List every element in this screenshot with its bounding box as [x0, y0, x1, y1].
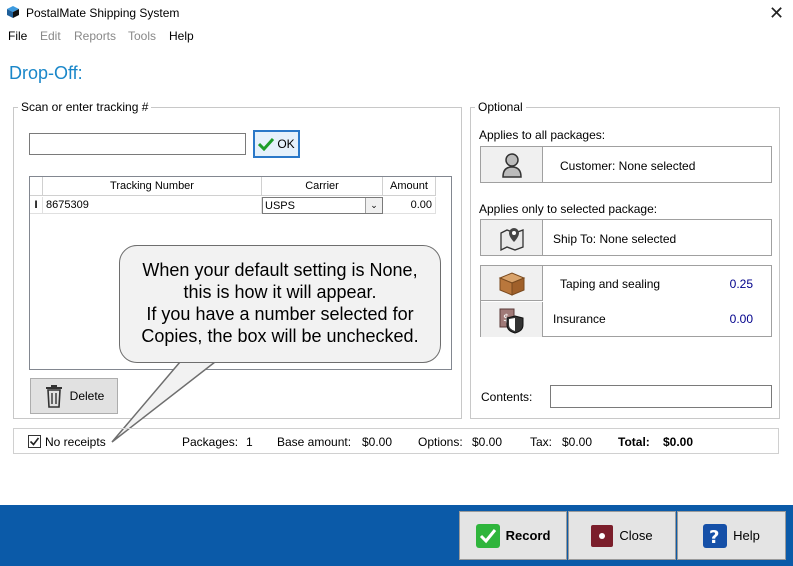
menu-file[interactable]: File — [8, 29, 27, 43]
insurance-label: Insurance — [553, 312, 606, 326]
ship-to-label: Ship To: None selected — [553, 232, 677, 246]
customer-label: Customer: None selected — [560, 159, 696, 173]
no-receipts-checkbox[interactable] — [28, 435, 41, 448]
insurance-value: 0.00 — [729, 312, 753, 326]
help-label: Help — [733, 528, 760, 543]
record-button[interactable]: Record — [459, 511, 567, 560]
no-receipts-label[interactable]: No receipts — [45, 435, 106, 449]
scan-group-label: Scan or enter tracking # — [18, 100, 152, 114]
contents-label: Contents: — [481, 390, 533, 404]
options-value: $0.00 — [472, 435, 503, 449]
optional-group-label: Optional — [475, 100, 526, 114]
ship-to-icon-cell — [481, 220, 543, 255]
carrier-dropdown[interactable]: USPS ⌄ — [262, 197, 383, 214]
box-icon — [498, 272, 525, 296]
cell-amount[interactable]: 0.00 — [383, 197, 436, 214]
menu-edit[interactable]: Edit — [40, 29, 61, 43]
stop-icon — [591, 524, 614, 547]
insurance-icon-cell: $ — [481, 302, 543, 337]
contents-input[interactable] — [550, 385, 772, 408]
callout-line: this is how it will appear. — [183, 282, 377, 302]
total-value: $0.00 — [663, 435, 694, 449]
grid-header-tracking[interactable]: Tracking Number — [43, 177, 262, 196]
map-pin-icon — [499, 227, 524, 251]
svg-text:?: ? — [709, 527, 719, 548]
package-options: $ Taping and sealing 0.25 Insurance 0.00 — [480, 265, 772, 337]
base-amount-label: Base amount: — [277, 435, 352, 449]
cell-tracking-number[interactable]: 8675309 — [43, 197, 262, 214]
menu-reports[interactable]: Reports — [74, 29, 116, 43]
ship-to-selector[interactable]: Ship To: None selected — [480, 219, 772, 256]
menu-help[interactable]: Help — [169, 29, 194, 43]
checkmark-icon — [29, 437, 40, 446]
ok-label: OK — [277, 137, 295, 151]
callout-line: If you have a number selected for — [146, 304, 414, 324]
packages-value: 1 — [246, 435, 253, 449]
insurance-option[interactable]: Insurance 0.00 — [543, 302, 771, 337]
menu-bar: File Edit Reports Tools Help — [0, 26, 793, 46]
checkmark-icon — [258, 137, 275, 151]
grid-row-indicator: I — [30, 197, 43, 214]
close-label: Close — [619, 528, 653, 543]
close-window-button[interactable]: ✕ — [760, 0, 793, 26]
taping-label: Taping and sealing — [560, 277, 661, 291]
help-icon: ? — [703, 523, 728, 548]
page-title: Drop-Off: — [9, 63, 83, 83]
person-icon — [501, 152, 522, 178]
customer-icon-cell — [481, 147, 543, 182]
taping-icon-cell — [481, 266, 543, 301]
app-icon — [7, 6, 19, 18]
grid-header-carrier[interactable]: Carrier — [262, 177, 383, 196]
grid-header-amount[interactable]: Amount — [383, 177, 436, 196]
callout-line: Copies, the box will be unchecked. — [141, 326, 419, 346]
carrier-value: USPS — [265, 200, 295, 212]
tracking-input[interactable] — [29, 133, 246, 155]
window-title: PostalMate Shipping System — [26, 6, 180, 20]
record-label: Record — [505, 528, 551, 543]
customer-selector[interactable]: Customer: None selected — [480, 146, 772, 183]
menu-tools[interactable]: Tools — [128, 29, 156, 43]
tax-value: $0.00 — [562, 435, 593, 449]
options-label: Options: — [418, 435, 463, 449]
taping-sealing-option[interactable]: Taping and sealing 0.25 — [543, 266, 771, 301]
taping-value: 0.25 — [729, 277, 753, 291]
base-amount-value: $0.00 — [362, 435, 393, 449]
tax-label: Tax: — [530, 435, 553, 449]
selected-package-label: Applies only to selected package: — [479, 202, 658, 216]
insurance-shield-icon: $ — [499, 308, 523, 334]
all-packages-label: Applies to all packages: — [479, 128, 606, 142]
callout-note: When your default setting is None, this … — [119, 245, 441, 363]
callout-line: When your default setting is None, — [142, 260, 418, 280]
callout-pointer-joint — [181, 358, 213, 362]
close-button[interactable]: Close — [568, 511, 676, 560]
total-label: Total: — [618, 435, 650, 449]
trash-icon — [45, 385, 62, 408]
help-button[interactable]: ? Help — [677, 511, 786, 560]
footer-bar: Record Close ? Help — [0, 505, 793, 566]
ok-button[interactable]: OK — [253, 130, 300, 158]
grid-row-header-corner — [30, 177, 43, 196]
packages-label: Packages: — [182, 435, 239, 449]
chevron-down-icon[interactable]: ⌄ — [365, 198, 382, 213]
title-bar: PostalMate Shipping System ✕ — [0, 0, 793, 26]
checkmark-icon — [475, 523, 500, 548]
totals-bar: No receipts Packages: 1 Base amount: $0.… — [13, 428, 779, 454]
